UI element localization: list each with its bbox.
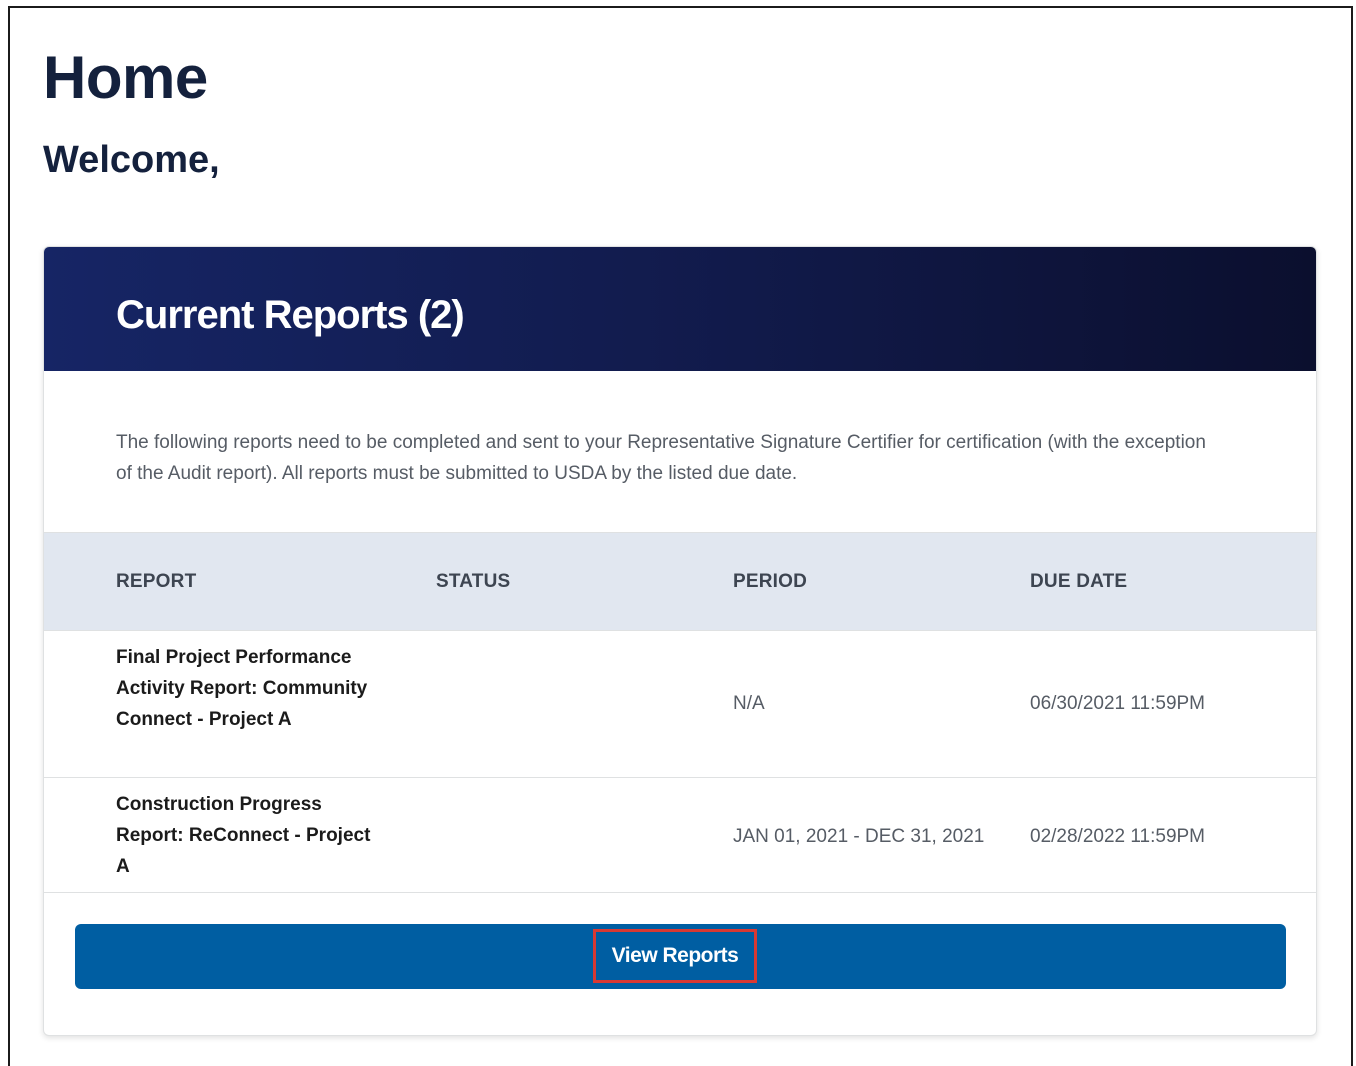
card-header: Current Reports (2) [44,247,1316,371]
view-reports-button-label: View Reports [593,929,757,983]
column-header-report: REPORT [116,571,197,592]
report-due-date: 02/28/2022 11:59PM [1030,826,1206,847]
column-header-period: PERIOD [733,571,808,592]
table-header-row: REPORT STATUS PERIOD DUE DATE [44,532,1316,631]
report-name: Construction Progress Report: ReConnect … [116,794,371,877]
card-title: Current Reports (2) [116,293,465,337]
report-name: Final Project Performance Activity Repor… [116,647,368,730]
current-reports-card: Current Reports (2) The following report… [43,246,1317,1036]
report-due-date: 06/30/2021 11:59PM [1030,693,1206,714]
welcome-heading: Welcome, [43,139,220,181]
column-header-status: STATUS [436,571,511,592]
page-title: Home [43,44,208,111]
reports-description: The following reports need to be complet… [116,432,1206,484]
report-period: N/A [733,693,765,714]
column-header-due-date: DUE DATE [1030,571,1128,592]
table-row: Final Project Performance Activity Repor… [44,631,1316,778]
report-period: JAN 01, 2021 - DEC 31, 2021 [733,826,985,847]
view-reports-button[interactable]: View Reports [75,924,1286,989]
table-row: Construction Progress Report: ReConnect … [44,778,1316,893]
